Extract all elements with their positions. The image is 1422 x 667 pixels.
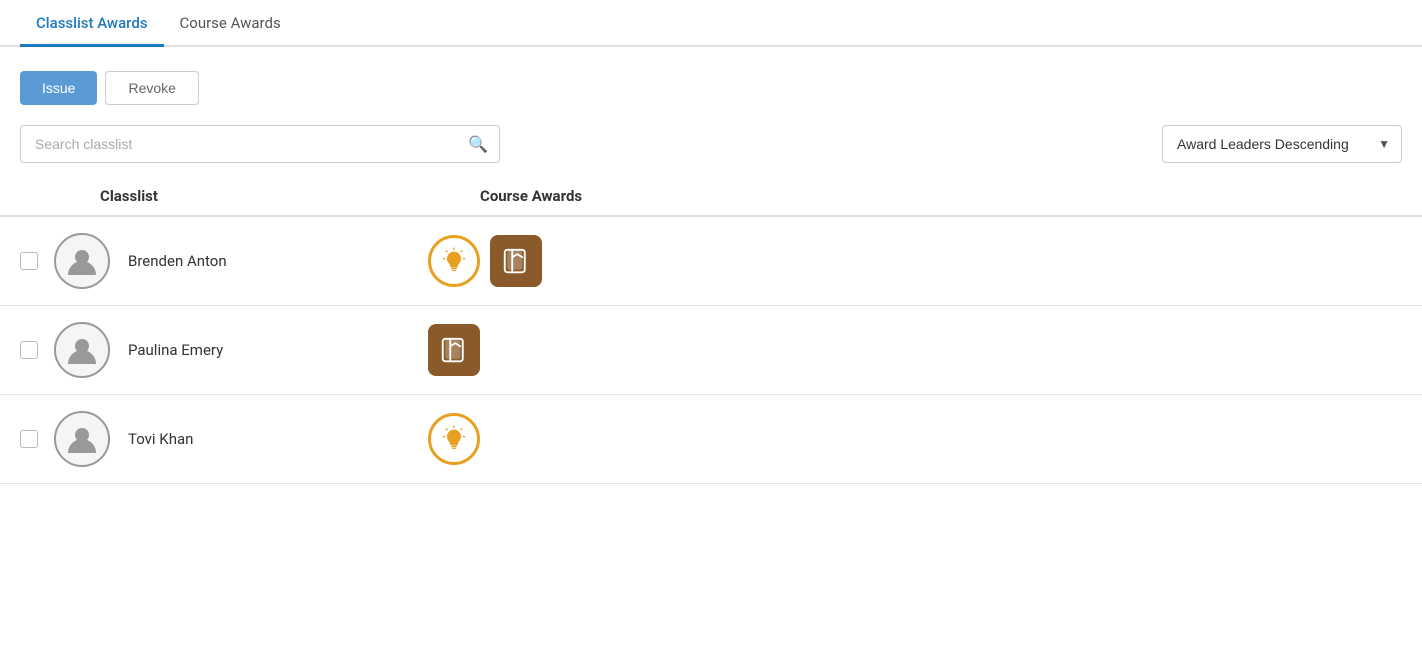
book-award-icon bbox=[428, 324, 480, 376]
tab-course-awards[interactable]: Course Awards bbox=[164, 0, 297, 47]
awards-col bbox=[428, 324, 480, 376]
classlist-column-header: Classlist bbox=[20, 187, 480, 205]
student-name: Brenden Anton bbox=[128, 252, 428, 270]
sort-select[interactable]: Award Leaders Descending Award Leaders A… bbox=[1162, 125, 1402, 163]
table-row: Paulina Emery bbox=[0, 306, 1422, 395]
search-sort-row: 🔍 Award Leaders Descending Award Leaders… bbox=[0, 125, 1422, 163]
tabs-bar: Classlist Awards Course Awards bbox=[0, 0, 1422, 47]
avatar bbox=[54, 411, 110, 467]
avatar bbox=[54, 322, 110, 378]
awards-col bbox=[428, 413, 480, 465]
student-name: Paulina Emery bbox=[128, 341, 428, 359]
search-icon: 🔍 bbox=[468, 135, 488, 154]
student-name: Tovi Khan bbox=[128, 430, 428, 448]
revoke-button[interactable]: Revoke bbox=[105, 71, 198, 105]
search-input[interactable] bbox=[20, 125, 500, 163]
lightbulb-award-icon bbox=[428, 235, 480, 287]
issue-button[interactable]: Issue bbox=[20, 71, 97, 105]
table-row: Brenden Anton bbox=[0, 217, 1422, 306]
lightbulb-award-icon bbox=[428, 413, 480, 465]
student-list: Brenden Anton Paulina Emery bbox=[0, 217, 1422, 484]
table-row: Tovi Khan bbox=[0, 395, 1422, 484]
table-header: Classlist Course Awards bbox=[0, 187, 1422, 217]
tab-classlist-awards[interactable]: Classlist Awards bbox=[20, 0, 164, 47]
search-wrapper: 🔍 bbox=[20, 125, 500, 163]
row-checkbox[interactable] bbox=[20, 252, 38, 270]
course-awards-column-header: Course Awards bbox=[480, 187, 582, 205]
sort-wrapper: Award Leaders Descending Award Leaders A… bbox=[1162, 125, 1402, 163]
book-award-icon bbox=[490, 235, 542, 287]
toolbar: Issue Revoke bbox=[0, 71, 1422, 105]
row-checkbox[interactable] bbox=[20, 341, 38, 359]
row-checkbox[interactable] bbox=[20, 430, 38, 448]
awards-col bbox=[428, 235, 542, 287]
avatar bbox=[54, 233, 110, 289]
